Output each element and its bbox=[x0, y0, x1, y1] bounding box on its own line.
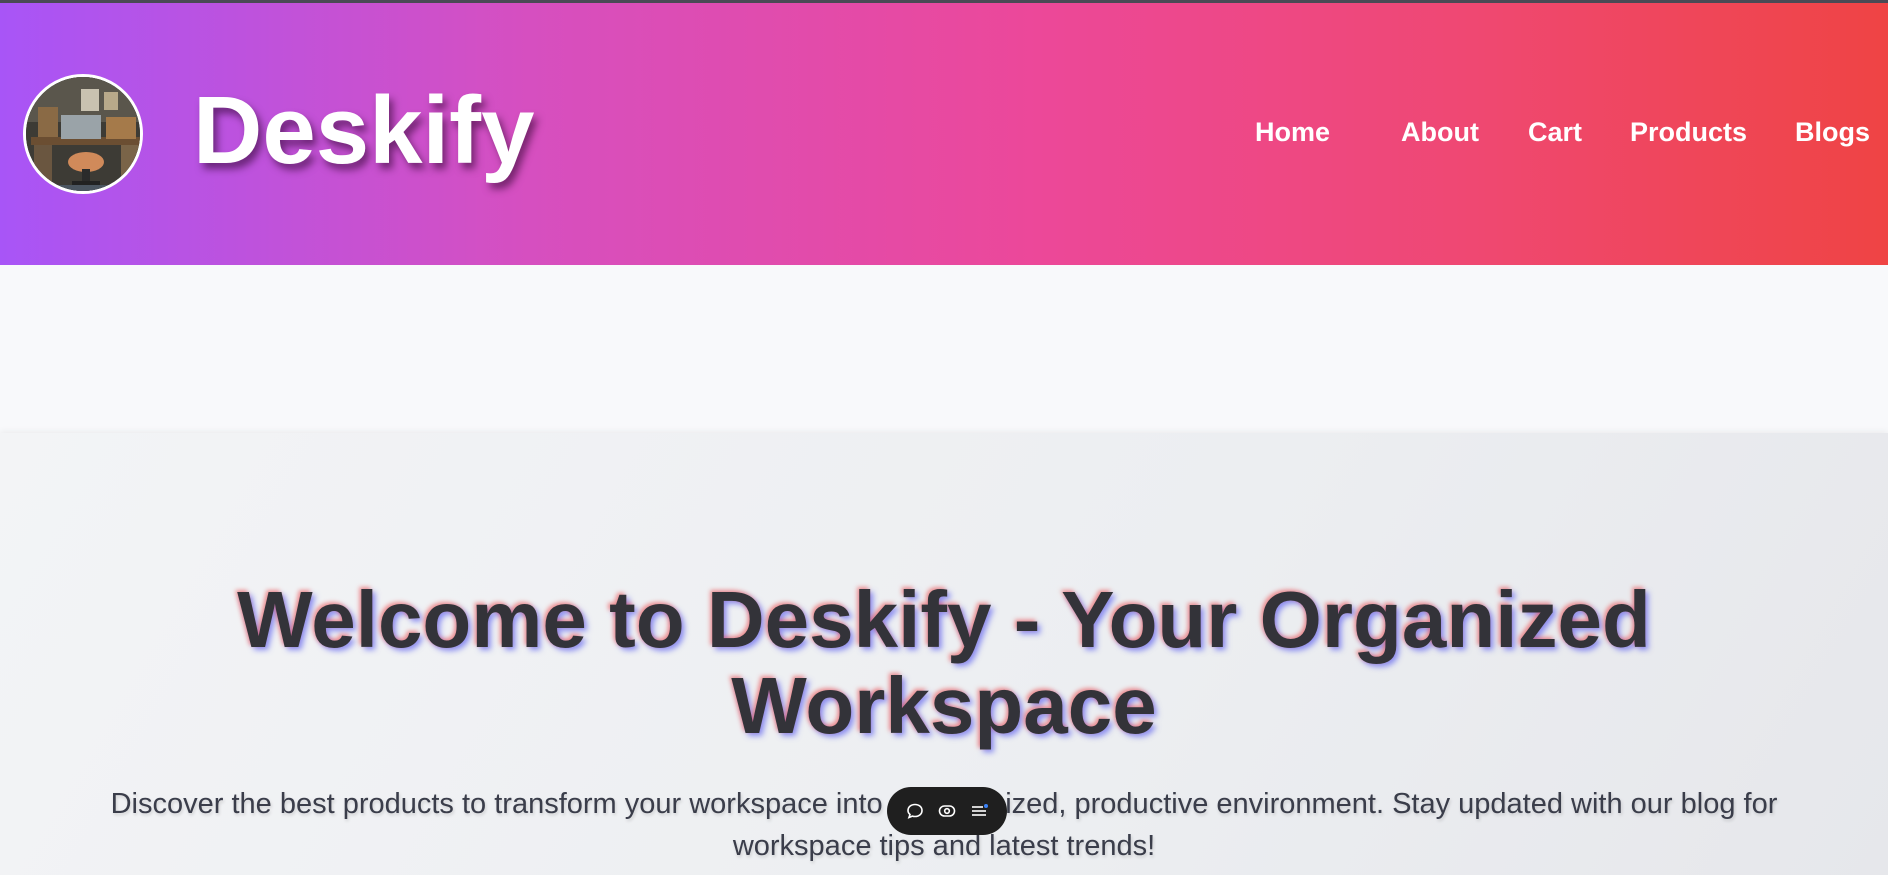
site-header: Deskify Home About Cart Products Blogs bbox=[0, 0, 1888, 265]
nav-about[interactable]: About bbox=[1401, 117, 1479, 148]
spacer-section bbox=[0, 265, 1888, 433]
nav-home[interactable]: Home bbox=[1255, 117, 1330, 148]
main-nav: Home About Cart Products Blogs bbox=[0, 117, 1888, 157]
eye-icon[interactable] bbox=[936, 800, 958, 822]
top-border bbox=[0, 0, 1888, 3]
nav-products[interactable]: Products bbox=[1630, 117, 1747, 148]
floating-toolbar bbox=[887, 787, 1007, 835]
hero-title-line-1: Welcome to Deskify - Your Organized bbox=[237, 575, 1651, 664]
hero-title-line-2: Workspace bbox=[731, 661, 1157, 750]
comment-icon[interactable] bbox=[904, 800, 926, 822]
nav-cart[interactable]: Cart bbox=[1528, 117, 1582, 148]
hero-title: Welcome to Deskify - Your Organized Work… bbox=[0, 577, 1888, 749]
menu-icon[interactable] bbox=[968, 800, 990, 822]
nav-blogs[interactable]: Blogs bbox=[1795, 117, 1870, 148]
